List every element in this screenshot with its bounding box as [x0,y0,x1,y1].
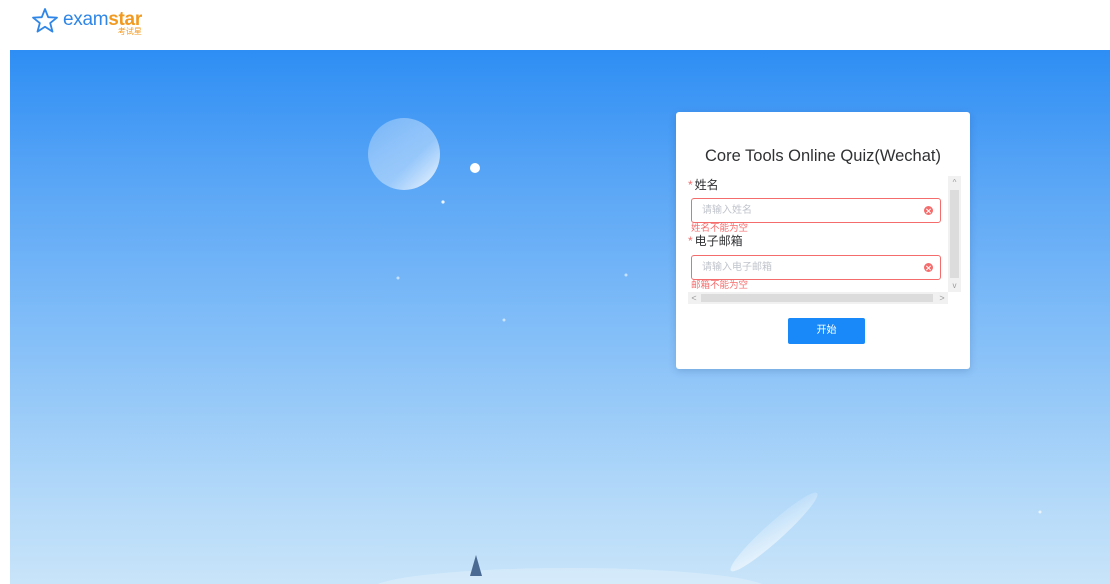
tree-decoration [470,555,482,576]
email-label-text: 电子邮箱 [694,234,743,248]
vertical-scroll-thumb[interactable] [950,190,959,278]
clear-circle-icon[interactable] [924,263,933,272]
examstar-logo[interactable]: examstar 考试星 [30,6,142,40]
required-mark: * [688,178,693,192]
star-icon [32,8,58,33]
name-label-text: 姓名 [694,178,719,192]
moon-decoration [368,118,440,190]
scroll-up-icon[interactable]: ^ [948,176,961,189]
scroll-left-icon[interactable]: < [688,292,700,304]
clear-circle-icon[interactable] [924,206,933,215]
required-mark: * [688,234,693,248]
horizon-glow [377,568,763,584]
scroll-right-icon[interactable]: > [936,292,948,304]
name-input-wrapper[interactable] [691,198,941,223]
logo-word-exam: exam [63,9,109,30]
name-label: * 姓名 [688,178,719,192]
quiz-title: Core Tools Online Quiz(Wechat) [705,147,941,165]
star-dot [470,163,480,173]
logo-subtitle: 考试星 [117,27,142,36]
email-input[interactable] [692,256,912,279]
star-dot [1038,510,1042,514]
star-dot [441,200,445,204]
form-scroll-area[interactable]: *姓名 姓名不能为空 *电子邮箱 邮箱不能为空 ^ v < > [688,176,961,304]
top-header: examstar 考试星 [0,0,1110,50]
star-dot [624,273,628,277]
scroll-down-icon[interactable]: v [948,279,961,292]
form-content: *姓名 姓名不能为空 *电子邮箱 邮箱不能为空 [688,176,948,292]
horizontal-scroll-thumb[interactable] [701,294,933,302]
email-error-message: 邮箱不能为空 [691,280,749,291]
logo-text: examstar 考试星 [63,6,142,40]
star-dot [396,276,400,280]
name-input[interactable] [692,199,912,222]
quiz-login-card: Core Tools Online Quiz(Wechat) *姓名 姓名不能为… [676,112,970,369]
comet-decoration [730,492,818,572]
vertical-scrollbar[interactable]: ^ v [948,176,961,292]
start-button[interactable]: 开始 [788,318,865,344]
horizontal-scrollbar[interactable]: < > [688,292,948,304]
email-label: * 电子邮箱 [688,234,743,248]
star-dot [502,318,506,322]
name-error-message: 姓名不能为空 [691,223,749,234]
email-input-wrapper[interactable] [691,255,941,280]
